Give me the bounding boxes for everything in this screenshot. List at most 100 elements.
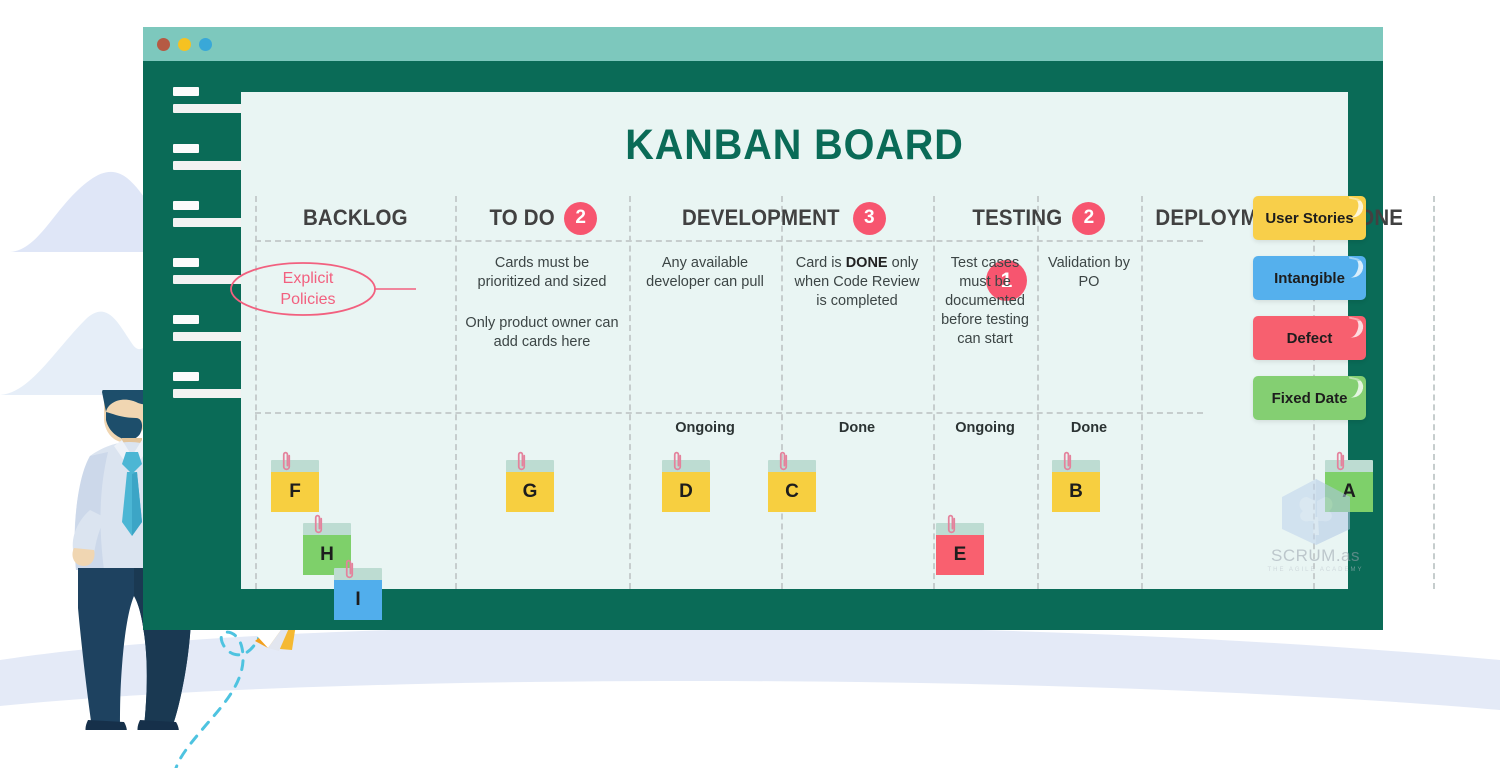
card-label: D bbox=[662, 472, 710, 512]
legend-tag-defect[interactable]: Defect bbox=[1253, 316, 1366, 360]
paperclip-icon bbox=[345, 559, 354, 579]
kanban-card-c[interactable]: C bbox=[768, 451, 816, 512]
card-type-legend: User Stories Intangible Defect Fixed Dat… bbox=[1253, 196, 1366, 436]
legend-label: User Stories bbox=[1265, 209, 1354, 227]
paperclip-icon bbox=[282, 451, 291, 471]
legend-label: Defect bbox=[1286, 329, 1333, 347]
card-clip-strip bbox=[662, 460, 710, 472]
paperclip-icon bbox=[314, 514, 323, 534]
kanban-card-e[interactable]: E bbox=[936, 514, 984, 575]
corner-curl-icon bbox=[1345, 196, 1365, 220]
window-titlebar bbox=[143, 27, 1383, 61]
column-header-development[interactable]: DEVELOPMENT 3 bbox=[629, 196, 933, 240]
policy-todo: Cards must be prioritized and sized Only… bbox=[463, 254, 621, 352]
kanban-card-g[interactable]: G bbox=[506, 451, 554, 512]
wip-limit-badge: 3 bbox=[852, 201, 886, 235]
grid-col-divider bbox=[781, 196, 783, 589]
card-clip-strip bbox=[1052, 460, 1100, 472]
kanban-card-b[interactable]: B bbox=[1052, 451, 1100, 512]
close-dot-icon[interactable] bbox=[157, 38, 170, 51]
card-label: I bbox=[334, 580, 382, 620]
card-clip-strip bbox=[334, 568, 382, 580]
legend-tag-intangible[interactable]: Intangible bbox=[1253, 256, 1366, 300]
policy-testing-ongoing: Test cases must be documented before tes… bbox=[941, 254, 1029, 349]
kanban-card-d[interactable]: D bbox=[662, 451, 710, 512]
grid-col-divider bbox=[933, 196, 935, 589]
sidebar-bar-short bbox=[173, 201, 199, 210]
policy-text-pre: Card is bbox=[795, 255, 846, 271]
sidebar-bar-short bbox=[173, 144, 199, 153]
corner-curl-icon bbox=[1345, 376, 1365, 400]
grid-row-divider bbox=[255, 240, 1203, 242]
policy-text: Cards must be prioritized and sized bbox=[477, 255, 607, 290]
grid-col-divider bbox=[1141, 196, 1143, 589]
card-label: C bbox=[768, 472, 816, 512]
column-header-testing[interactable]: TESTING 2 bbox=[933, 196, 1141, 240]
grid-row-divider bbox=[255, 412, 1203, 414]
card-clip-strip bbox=[936, 523, 984, 535]
card-label: B bbox=[1052, 472, 1100, 512]
sublabel-development-ongoing: Ongoing bbox=[675, 420, 735, 436]
sidebar-bar-short bbox=[173, 87, 199, 96]
screenshot-root: KANBAN BOARD BACKLOG TO DO 2 DEVELOPMENT… bbox=[0, 0, 1500, 768]
card-clip-strip bbox=[1325, 460, 1373, 472]
column-title: BACKLOG bbox=[302, 205, 408, 230]
grid-col-divider bbox=[1037, 196, 1039, 589]
page-title: KANBAN BOARD bbox=[625, 121, 964, 169]
corner-curl-icon bbox=[1345, 256, 1365, 280]
grid-col-divider bbox=[629, 196, 631, 589]
minimize-dot-icon[interactable] bbox=[178, 38, 191, 51]
policy-development-ongoing: Any available developer can pull bbox=[637, 254, 773, 292]
kanban-board-panel: KANBAN BOARD BACKLOG TO DO 2 DEVELOPMENT… bbox=[241, 92, 1435, 620]
watermark-name: SCRUM.as bbox=[1270, 546, 1360, 565]
legend-tag-user-stories[interactable]: User Stories bbox=[1253, 196, 1366, 240]
column-header-backlog[interactable]: BACKLOG bbox=[255, 196, 455, 240]
wip-limit-badge: 2 bbox=[564, 201, 598, 235]
sublabel-testing-ongoing: Ongoing bbox=[955, 420, 1015, 436]
policy-development-done: Card is DONE only when Code Review is co… bbox=[789, 254, 925, 311]
policy-text: Card is DONE only when Code Review is co… bbox=[789, 254, 925, 311]
policy-text: Only product owner can add cards here bbox=[465, 315, 619, 350]
paperclip-icon bbox=[779, 451, 788, 471]
policy-text-emphasis: DONE bbox=[845, 255, 888, 271]
annotation-line-1: Explicit bbox=[282, 270, 334, 287]
card-clip-strip bbox=[271, 460, 319, 472]
annotation-line-2: Policies bbox=[280, 291, 336, 308]
kanban-card-f[interactable]: F bbox=[271, 451, 319, 512]
watermark-tagline: THE AGILE ACADEMY bbox=[1267, 567, 1364, 573]
column-title: TO DO bbox=[489, 205, 555, 230]
policy-text: Test cases must be documented before tes… bbox=[941, 255, 1029, 347]
column-title: TESTING bbox=[972, 205, 1062, 230]
sublabel-testing-done: Done bbox=[1070, 420, 1108, 436]
paperclip-icon bbox=[673, 451, 682, 471]
scrum-as-watermark: SCRUM.as THE AGILE ACADEMY bbox=[1263, 477, 1368, 573]
card-label: E bbox=[936, 535, 984, 575]
paperclip-icon bbox=[517, 451, 526, 471]
corner-curl-icon bbox=[1345, 316, 1365, 340]
paperclip-icon bbox=[1336, 451, 1345, 471]
grid-col-divider bbox=[1433, 196, 1435, 589]
sidebar-bar-short bbox=[173, 315, 199, 324]
policy-text: Any available developer can pull bbox=[646, 255, 764, 290]
legend-label: Intangible bbox=[1274, 269, 1345, 287]
paperclip-icon bbox=[1063, 451, 1072, 471]
wip-limit-badge: 2 bbox=[1072, 201, 1106, 235]
card-label: G bbox=[506, 472, 554, 512]
column-header-todo[interactable]: TO DO 2 bbox=[455, 196, 629, 240]
card-clip-strip bbox=[506, 460, 554, 472]
maximize-dot-icon[interactable] bbox=[199, 38, 212, 51]
grid-col-divider bbox=[455, 196, 457, 589]
card-label: F bbox=[271, 472, 319, 512]
card-clip-strip bbox=[768, 460, 816, 472]
sublabel-development-done: Done bbox=[838, 420, 876, 436]
sidebar-bar-short bbox=[173, 258, 199, 267]
kanban-card-i[interactable]: I bbox=[334, 559, 382, 620]
legend-label: Fixed Date bbox=[1271, 389, 1348, 407]
legend-tag-fixed-date[interactable]: Fixed Date bbox=[1253, 376, 1366, 420]
explicit-policies-annotation: Explicit Policies bbox=[228, 258, 388, 320]
sidebar-bar-short bbox=[173, 372, 199, 381]
policy-text: Validation by PO bbox=[1048, 255, 1130, 290]
column-title: DEVELOPMENT bbox=[682, 205, 840, 230]
policy-testing-done: Validation by PO bbox=[1045, 254, 1133, 292]
paperclip-icon bbox=[947, 514, 956, 534]
